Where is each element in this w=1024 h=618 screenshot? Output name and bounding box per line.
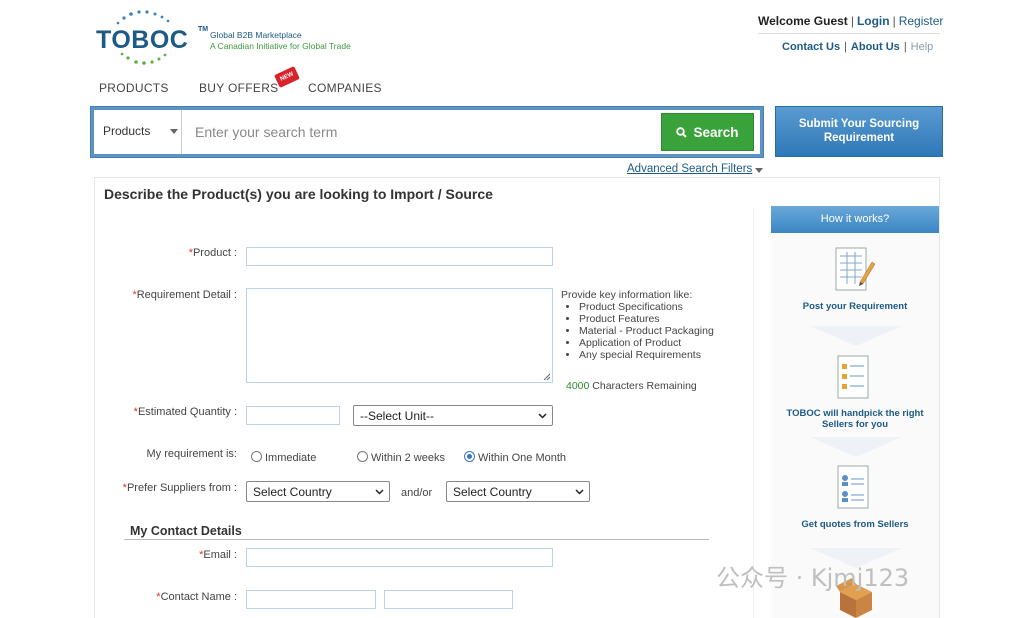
search-bar-inner: Products Search — [94, 110, 760, 154]
search-bar: Products Search — [90, 106, 764, 158]
section-divider — [124, 539, 709, 540]
product-label: *Product : — [188, 247, 237, 259]
caret-down-icon — [170, 129, 178, 134]
contact-us-link[interactable]: Contact Us — [782, 41, 840, 53]
login-link[interactable]: Login — [857, 14, 890, 28]
product-input[interactable] — [246, 247, 553, 266]
chevron-down-icon — [575, 489, 584, 495]
list-item: Application of Product — [579, 337, 714, 349]
characters-remaining: 4000 Characters Remaining — [566, 380, 697, 392]
logo-tagline-2: A Canadian Initiative for Global Trade — [210, 41, 351, 51]
radio-immediate-label[interactable]: Immediate — [265, 452, 316, 464]
separator: | — [892, 14, 896, 28]
step-2-label: TOBOC will handpick the right Sellers fo… — [786, 408, 924, 430]
hint-list: Product Specifications Product Features … — [561, 301, 714, 361]
country-select-1[interactable]: Select Country — [246, 481, 390, 502]
step-3-label: Get quotes from Sellers — [801, 519, 909, 530]
prefer-suppliers-label: *Prefer Suppliers from : — [122, 482, 237, 494]
tab-buy-offers[interactable]: BUY OFFERS — [199, 81, 278, 95]
list-item: Material - Product Packaging — [579, 325, 714, 337]
search-icon — [676, 126, 688, 138]
estimated-quantity-label: *Estimated Quantity : — [133, 406, 237, 418]
watermark: 公众号 · Kjmj123 — [716, 564, 910, 592]
caret-down-icon — [755, 168, 763, 173]
last-name-input[interactable] — [384, 590, 513, 609]
requirement-detail-textarea[interactable] — [246, 288, 553, 383]
email-field[interactable] — [246, 548, 553, 567]
characters-remaining-count: 4000 — [566, 380, 590, 392]
unit-select-value: --Select Unit-- — [360, 408, 435, 423]
separator: | — [903, 41, 907, 53]
submit-sourcing-requirement-button[interactable]: Submit Your Sourcing Requirement — [775, 106, 943, 157]
step-arrow-icon — [810, 326, 902, 346]
first-name-input[interactable] — [246, 590, 376, 609]
resize-handle-icon[interactable] — [543, 373, 550, 380]
tab-products[interactable]: PRODUCTS — [99, 81, 169, 95]
and-or-text: and/or — [401, 487, 433, 499]
country-select-2-value: Select Country — [453, 484, 532, 499]
advanced-search-filters-link[interactable]: Advanced Search Filters — [627, 163, 752, 175]
category-select[interactable]: Products — [94, 110, 182, 154]
unit-select[interactable]: --Select Unit-- — [353, 405, 553, 426]
list-item: Any special Requirements — [579, 349, 714, 361]
category-select-value: Products — [103, 124, 151, 138]
utility-links: Contact Us | About Us | Help — [782, 41, 933, 53]
step-arrow-icon — [810, 437, 902, 457]
document-pen-icon — [835, 247, 876, 291]
welcome-bar: Welcome Guest | Login | Register — [758, 14, 943, 28]
separator: | — [850, 14, 854, 28]
chevron-down-icon — [538, 413, 547, 419]
radio-within-2-weeks[interactable] — [357, 451, 368, 462]
chevron-down-icon — [375, 489, 384, 495]
contact-name-label: *Contact Name : — [156, 591, 237, 603]
document-list-icon — [837, 355, 869, 399]
hint-title: Provide key information like: — [561, 289, 693, 301]
logo-tagline-1: Global B2B Marketplace — [210, 30, 302, 40]
tab-companies[interactable]: COMPANIES — [308, 81, 382, 95]
how-it-works-header: How it works? — [771, 206, 939, 233]
help-link[interactable]: Help — [911, 41, 934, 53]
characters-remaining-text: Characters Remaining — [592, 380, 697, 392]
form-title: Describe the Product(s) you are looking … — [104, 186, 493, 202]
search-button[interactable]: Search — [661, 113, 754, 151]
search-button-label: Search — [693, 124, 739, 140]
logo-wordmark: TOBOC — [96, 26, 189, 54]
requirement-detail-label: *Requirement Detail : — [132, 289, 237, 301]
country-select-2[interactable]: Select Country — [446, 481, 590, 502]
search-input[interactable] — [184, 110, 659, 154]
contact-details-heading: My Contact Details — [130, 524, 242, 538]
logo-trademark: TM — [198, 26, 209, 33]
requirement-hint: Provide key information like: Product Sp… — [561, 289, 714, 361]
requirement-timing-label: My requirement is: — [146, 448, 237, 460]
step-1-label: Post your Requirement — [802, 301, 908, 312]
register-link[interactable]: Register — [899, 14, 944, 28]
radio-immediate[interactable] — [251, 451, 262, 462]
toboc-logo[interactable]: TOBOC TM Global B2B Marketplace A Canadi… — [94, 6, 394, 70]
country-select-1-value: Select Country — [253, 484, 332, 499]
separator: | — [844, 41, 847, 53]
list-item: Product Features — [579, 313, 714, 325]
quantity-input[interactable] — [246, 406, 340, 425]
radio-within-2-weeks-label[interactable]: Within 2 weeks — [371, 452, 445, 464]
radio-within-one-month-label[interactable]: Within One Month — [478, 452, 566, 464]
document-users-icon — [837, 465, 869, 509]
header-divider — [758, 33, 940, 34]
list-item: Product Specifications — [579, 301, 714, 313]
about-us-link[interactable]: About Us — [851, 41, 900, 53]
email-label: *Email : — [199, 549, 237, 561]
radio-within-one-month[interactable] — [464, 451, 475, 462]
welcome-text: Welcome Guest — [758, 14, 848, 28]
